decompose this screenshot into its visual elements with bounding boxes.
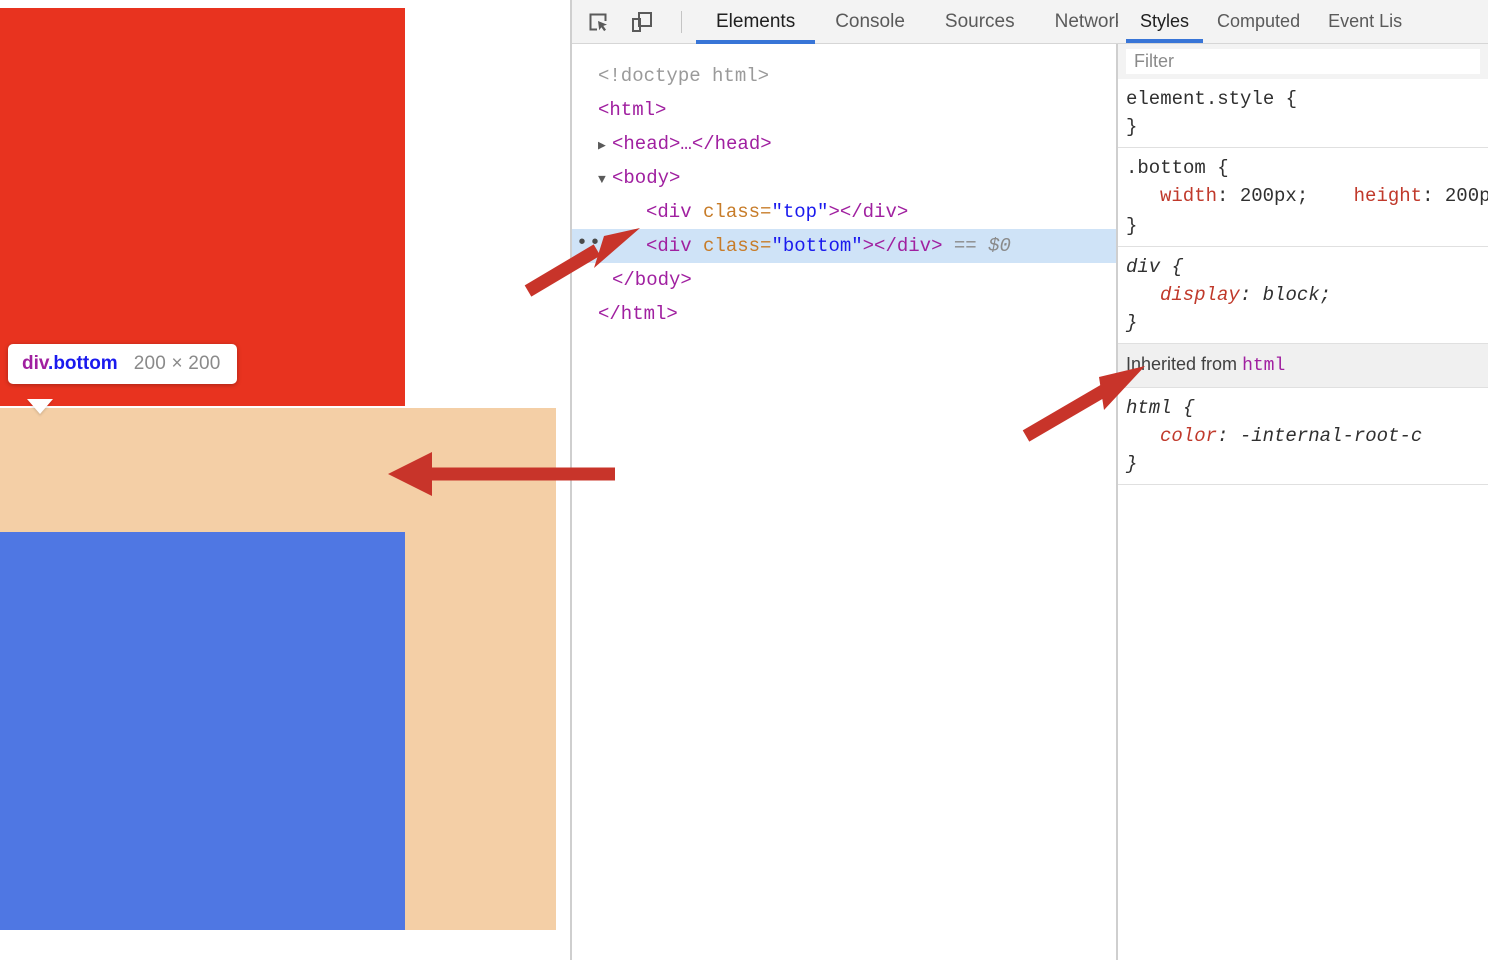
dom-html-open-text: <html> — [598, 99, 667, 121]
inherited-from-source: html — [1242, 356, 1286, 376]
tab-computed[interactable]: Computed — [1203, 0, 1314, 43]
css-value-width[interactable]: 200px; — [1240, 185, 1308, 207]
dom-body-close-text: </body> — [612, 269, 692, 291]
css-close-bottom: } — [1126, 215, 1138, 237]
css-rule-div-ua[interactable]: div { display: block; } — [1118, 247, 1488, 344]
highlight-tooltip-selector: div.bottom — [22, 353, 118, 375]
tab-elements[interactable]: Elements — [696, 0, 816, 44]
css-close-div: } — [1126, 312, 1138, 334]
dom-row-html-close[interactable]: </html> — [572, 297, 1116, 331]
dom-doctype-text: <!doctype html> — [598, 65, 770, 87]
dom-div-top-open: <div — [646, 201, 704, 223]
tab-event-listeners[interactable]: Event Lis — [1314, 0, 1416, 43]
tab-sources[interactable]: Sources — [925, 0, 1035, 44]
css-value-height[interactable]: 200px; — [1445, 185, 1488, 207]
rendered-page-preview: div.bottom 200 × 200 — [0, 0, 571, 960]
inherited-from-label: Inherited from — [1126, 354, 1243, 374]
dom-row-body-close[interactable]: </body> — [572, 263, 1116, 297]
css-close-element-style: } — [1126, 116, 1138, 138]
css-selector-bottom: .bottom { — [1126, 157, 1229, 179]
styles-tabstrip: Styles Computed Event Lis — [1118, 0, 1488, 44]
css-close-html: } — [1126, 453, 1138, 475]
dom-div-bottom-value: "bottom" — [771, 235, 863, 257]
dom-styles-divider[interactable] — [1116, 44, 1118, 960]
css-selector-div: div { — [1126, 256, 1184, 278]
highlight-tooltip-dimensions: 200 × 200 — [133, 353, 221, 374]
toolbar-separator — [681, 10, 682, 33]
inspect-element-icon[interactable] — [581, 7, 615, 37]
div-bottom-element — [0, 532, 405, 930]
dom-tree[interactable]: <!doctype html> <html> ▶ <head>…</head> ▼… — [572, 45, 1116, 960]
more-options-icon[interactable]: ••• — [576, 234, 615, 254]
css-prop-display[interactable]: display — [1160, 284, 1240, 306]
css-value-color[interactable]: -internal-root-c — [1240, 425, 1422, 447]
devtools-screenshot: div.bottom 200 × 200 Elements Console So… — [0, 0, 1488, 960]
dom-div-bottom-attr: class= — [703, 235, 772, 257]
css-selector-element-style: element.style { — [1126, 88, 1298, 110]
dom-html-close-text: </html> — [598, 303, 678, 325]
highlight-tooltip-tagname: div — [22, 353, 49, 374]
chevron-right-icon[interactable]: ▶ — [598, 129, 612, 163]
tab-console[interactable]: Console — [815, 0, 925, 44]
tab-styles[interactable]: Styles — [1126, 0, 1204, 43]
device-toolbar-icon[interactable] — [625, 7, 659, 37]
css-value-display[interactable]: block; — [1263, 284, 1331, 306]
dom-body-open-text: <body> — [612, 167, 681, 189]
css-selector-html: html { — [1126, 397, 1195, 419]
dom-div-top-value: "top" — [771, 201, 829, 223]
css-rule-element-style[interactable]: element.style { } — [1118, 79, 1488, 148]
dom-div-top-rest: ></div> — [828, 201, 909, 223]
dom-row-div-top[interactable]: <div class="top"></div> — [572, 195, 1116, 229]
highlight-tooltip-classname: .bottom — [48, 353, 118, 374]
dom-selected-marker: == $0 — [953, 235, 1011, 257]
highlight-tooltip-pointer — [27, 399, 53, 414]
devtools-panel: Elements Console Sources Network Perform… — [572, 0, 1488, 960]
css-rule-html-ua[interactable]: html { color: -internal-root-c } — [1118, 388, 1488, 485]
css-prop-color[interactable]: color — [1160, 425, 1217, 447]
chevron-down-icon[interactable]: ▼ — [598, 163, 612, 197]
css-rule-bottom[interactable]: .bottom { width: 200px; height: 200px; b… — [1118, 148, 1488, 247]
styles-pane: Styles Computed Event Lis element.style … — [1118, 0, 1488, 960]
css-prop-height[interactable]: height — [1354, 185, 1422, 207]
dom-div-top-attr: class= — [703, 201, 772, 223]
element-highlight-tooltip: div.bottom 200 × 200 — [8, 344, 237, 384]
dom-row-html-open[interactable]: <html> — [572, 93, 1116, 127]
styles-filter-input[interactable] — [1126, 49, 1480, 74]
styles-filter-bar — [1118, 44, 1488, 79]
dom-row-doctype[interactable]: <!doctype html> — [572, 59, 1116, 93]
css-prop-width[interactable]: width — [1160, 185, 1217, 207]
dom-head-text: <head>…</head> — [612, 133, 772, 155]
dom-div-bottom-rest: ></div> — [862, 235, 943, 257]
dom-row-div-bottom[interactable]: ••• <div class="bottom"></div> == $0 — [572, 229, 1116, 263]
dom-row-head[interactable]: ▶ <head>…</head> — [572, 127, 1116, 161]
inherited-from-header: Inherited from html — [1118, 344, 1488, 388]
dom-row-body-open[interactable]: ▼ <body> — [572, 161, 1116, 195]
dom-div-bottom-open: <div — [646, 235, 704, 257]
